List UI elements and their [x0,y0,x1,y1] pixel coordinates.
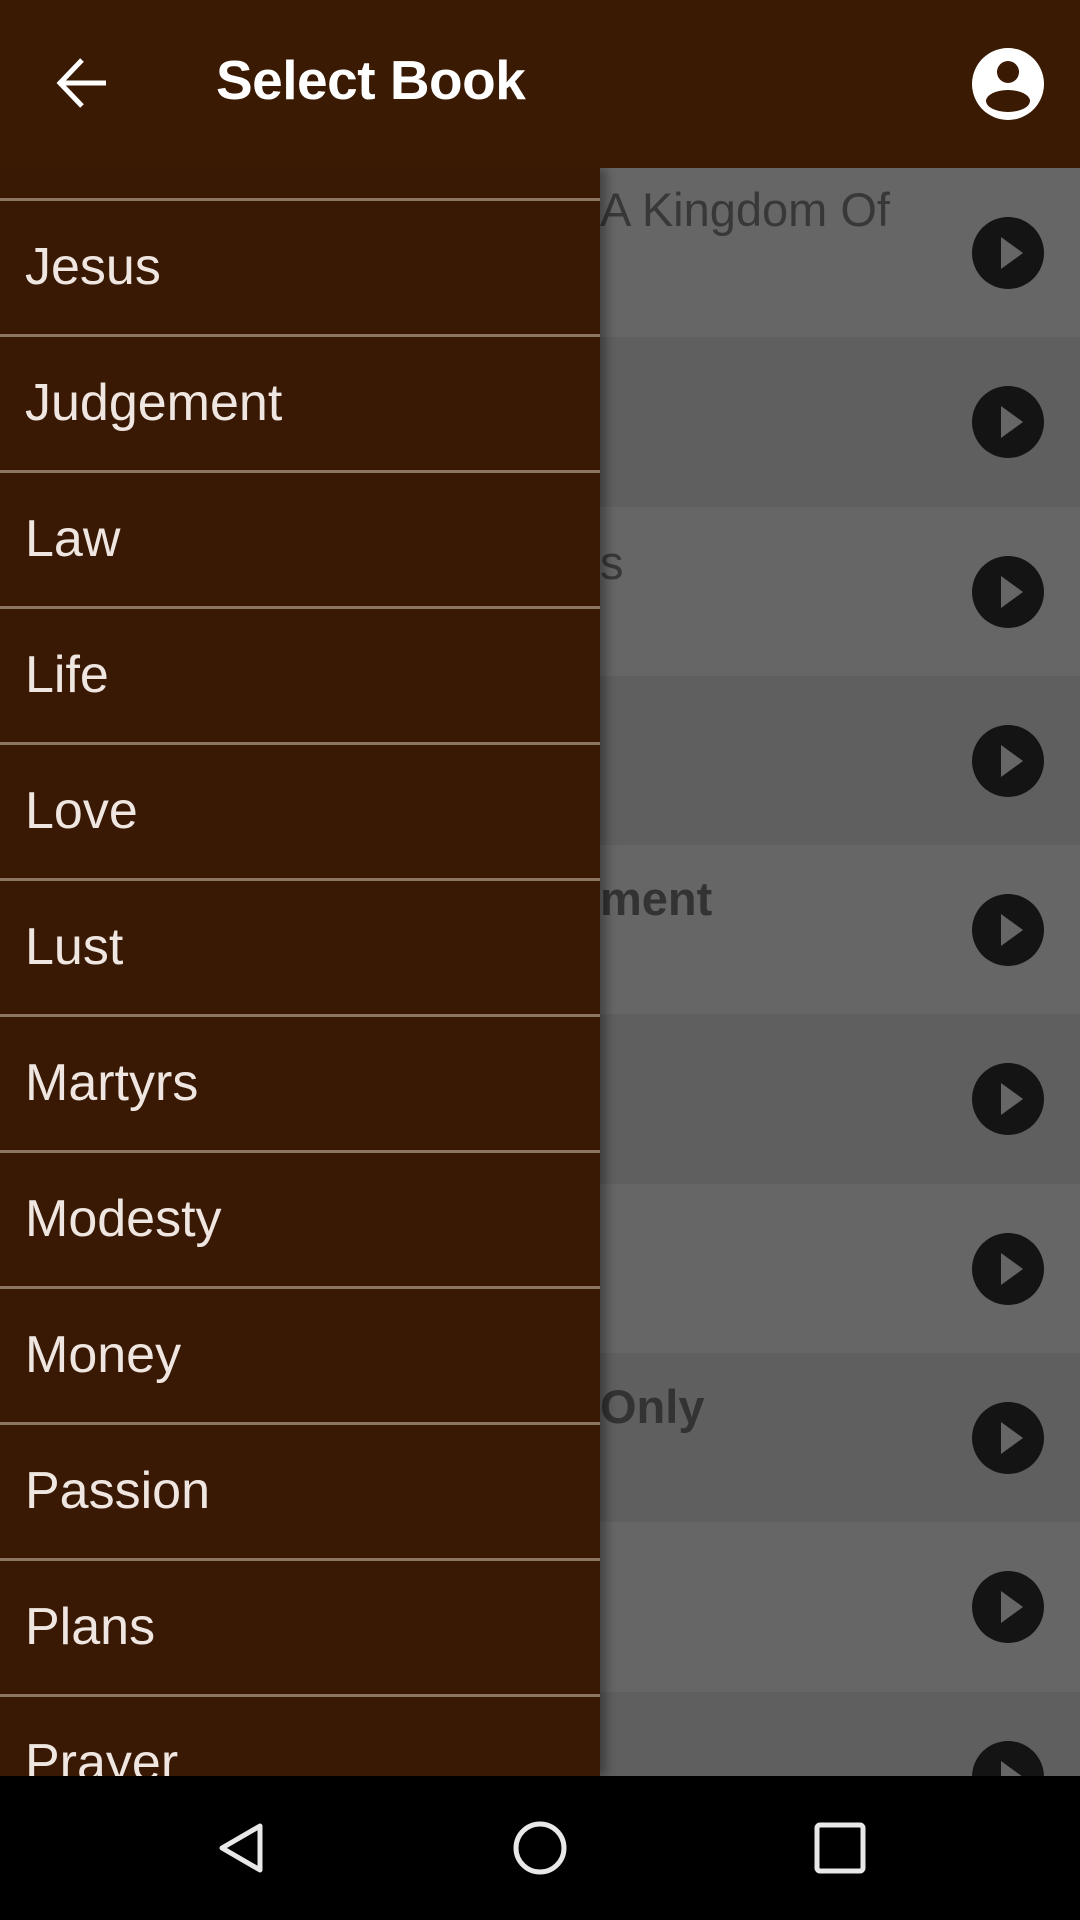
drawer-item-label: Love [25,782,138,840]
drawer-item-jesus[interactable]: Jesus [0,201,600,337]
drawer-item-label: Modesty [25,1190,222,1248]
play-circle-icon[interactable] [972,724,1044,797]
arrow-left-icon [56,58,106,108]
nav-back-icon [219,1823,263,1873]
nav-recents-icon [814,1822,866,1874]
nav-recents-button[interactable] [810,1818,870,1878]
drawer-item-label: Passion [25,1462,210,1520]
play-circle-icon[interactable] [972,1063,1044,1136]
drawer-item[interactable] [0,168,600,201]
page-title: Select Book [216,49,526,111]
account-circle-icon [972,48,1044,120]
account-button[interactable] [972,48,1044,120]
play-circle-icon[interactable] [972,1232,1044,1305]
drawer-item-plans[interactable]: Plans [0,1561,600,1697]
list-item-title: Only [600,1380,705,1434]
list-item-title: A Kingdom Of [600,183,890,236]
nav-home-button[interactable] [510,1818,570,1878]
drawer-item-label: Life [25,646,109,704]
drawer-item-label: Martyrs [25,1054,199,1112]
drawer-item-label: Money [25,1326,182,1384]
drawer-item-label: Jesus [25,238,161,296]
play-circle-icon[interactable] [972,1402,1044,1475]
drawer-item-passion[interactable]: Passion [0,1425,600,1561]
drawer-item-modesty[interactable]: Modesty [0,1153,600,1289]
nav-back-button[interactable] [210,1818,270,1878]
list-item-title: ment [600,872,713,926]
drawer-item-prayer[interactable]: Prayer [0,1697,600,1776]
drawer-item-label: Judgement [25,374,283,432]
drawer-item-label: Law [25,510,121,568]
navigation-drawer: Jesus Judgement Law Life Love Lust Marty… [0,168,600,1776]
drawer-item-label: Lust [25,918,124,976]
app-bar: Select Book [0,0,1080,168]
drawer-item-law[interactable]: Law [0,473,600,609]
nav-home-icon [513,1821,567,1875]
drawer-item-money[interactable]: Money [0,1289,600,1425]
play-circle-icon[interactable] [972,555,1044,628]
play-circle-icon[interactable] [972,1740,1044,1776]
play-circle-icon[interactable] [972,217,1044,289]
drawer-item-martyrs[interactable]: Martyrs [0,1017,600,1153]
back-button[interactable] [46,55,118,111]
drawer-item-judgement[interactable]: Judgement [0,337,600,473]
system-nav-bar [0,1776,1080,1920]
drawer-item-lust[interactable]: Lust [0,881,600,1017]
play-circle-icon[interactable] [972,386,1044,459]
play-circle-icon[interactable] [972,1571,1044,1644]
book-list: Jesus Judgement Law Life Love Lust Marty… [0,168,600,1776]
list-item-title: s [600,535,624,589]
drawer-item-life[interactable]: Life [0,609,600,745]
play-circle-icon[interactable] [972,894,1044,967]
drawer-item-label: Plans [25,1598,156,1656]
drawer-item-love[interactable]: Love [0,745,600,881]
drawer-item-label: Prayer [25,1734,179,1776]
